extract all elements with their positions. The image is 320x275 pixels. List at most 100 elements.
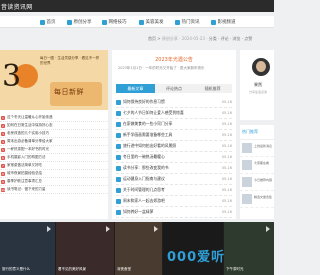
notice-title: 2023年光遇公告 xyxy=(155,57,193,63)
film-icon xyxy=(211,19,216,25)
tab-latest[interactable]: 最新文章 xyxy=(116,84,155,93)
wrench-icon xyxy=(102,19,107,25)
article-date: 05-16 xyxy=(221,166,232,170)
article-icon xyxy=(116,165,121,171)
breadcrumb: 首页 > 原创分享 · 2024-05-23 · 分类 · 评论 · 浏览 · … xyxy=(148,36,252,42)
list-item[interactable]: 读书分享：那些改变我的书 05-16 xyxy=(116,163,232,174)
left-panel: 3 每日一图 · 生活灵感分享 · 看见不一样的世界 每日新鲜 1 这个冬天让温暖… xyxy=(0,50,108,219)
nav-label: 网络技巧 xyxy=(108,20,127,25)
article-icon xyxy=(116,154,121,160)
nav-item-tips[interactable]: 网络技巧 xyxy=(102,18,127,26)
news-title: 读书笔记：慢下来的力量 xyxy=(7,187,46,191)
news-item[interactable]: 5 一杯热茶配一本好书的时光 xyxy=(0,146,108,154)
sidebar-item[interactable]: 大家都在看 xyxy=(240,157,274,174)
news-item[interactable]: 10 读书笔记：慢下来的力量 xyxy=(0,186,108,194)
sidebar-item-text: 今日推荐内容 xyxy=(254,178,273,182)
news-item[interactable]: 4 周末出游必备清单分享给大家 xyxy=(0,138,108,146)
article-date: 05-16 xyxy=(221,210,232,214)
author-card: 果然 分享生活点滴 xyxy=(240,50,274,120)
rank-badge: 4 xyxy=(1,139,5,144)
play-icon xyxy=(154,226,158,232)
article-title: 读书分享：那些改变我的书 xyxy=(123,165,169,170)
article-icon xyxy=(116,143,121,149)
news-item[interactable]: 7 家常菜做法简单又好吃 xyxy=(0,162,108,170)
site-logo[interactable]: 音读资讯网 xyxy=(1,2,33,11)
rank-badge: 2 xyxy=(1,123,5,128)
breadcrumb-meta: 分类 · 评论 · 浏览 · 点赞 xyxy=(208,36,253,41)
article-title: 运动健身入门指南与建议 xyxy=(123,176,165,181)
list-item[interactable]: 新手学画画需要准备哪些工具 05-16 xyxy=(116,130,232,141)
tab-random[interactable]: 随机推荐 xyxy=(193,84,232,93)
video-caption: 看不见的美好风景 xyxy=(58,267,86,271)
news-title: 老房改造的几个实用小技巧 xyxy=(7,131,49,135)
list-item[interactable]: 在家做美食的一些小窍门分享 05-16 xyxy=(116,119,232,130)
featured-banner[interactable]: 3 每日一图 · 生活灵感分享 · 看见不一样的世界 每日新鲜 xyxy=(0,50,108,110)
video-tile[interactable]: 000爱听 xyxy=(163,222,226,275)
video-tile[interactable]: 看不见的美好风景 xyxy=(56,222,114,275)
article-date: 05-16 xyxy=(221,144,232,148)
rank-badge: 9 xyxy=(1,179,5,184)
list-item[interactable]: 旅行途中如何拍出好看的风景照 05-16 xyxy=(116,141,232,152)
article-title: 如何保持良好的作息习惯 xyxy=(123,99,165,104)
news-item[interactable]: 1 这个冬天让温暖从心开始传递 xyxy=(0,114,108,122)
article-date: 05-16 xyxy=(221,133,232,137)
list-item[interactable]: 冬日里的一碗热汤最暖心 05-16 xyxy=(116,152,232,163)
news-title: 这个冬天让温暖从心开始传递 xyxy=(7,115,53,119)
article-icon xyxy=(116,99,121,105)
list-item[interactable]: 关于时间管理的几点思考 05-16 xyxy=(116,185,232,196)
sidebar-heading: 热门推荐 xyxy=(240,125,274,140)
article-list: 如何保持良好的作息习惯 05-16 七夕的人节日如何让爱人感受到惊喜 05-16 在… xyxy=(116,97,232,218)
video-tile[interactable]: 深夜食堂 xyxy=(115,222,162,275)
breadcrumb-home[interactable]: 首页 > xyxy=(148,36,161,41)
article-icon xyxy=(116,110,121,116)
nav-item-hot[interactable]: 热门资讯 xyxy=(175,18,200,26)
rank-badge: 1 xyxy=(1,115,5,120)
video-tile[interactable]: 旅行的意义是什么 xyxy=(0,222,55,275)
sidebar-item-text: 大家都在看 xyxy=(254,161,270,165)
news-item[interactable]: 2 如何在日常生活中保持好心态 xyxy=(0,122,108,130)
list-item[interactable]: 七夕的人节日如何让爱人感受到惊喜 05-16 xyxy=(116,108,232,119)
news-item[interactable]: 6 手机摄影入门的构图方法 xyxy=(0,154,108,162)
list-item[interactable]: 周末和家人一起去郊游吧 05-16 xyxy=(116,196,232,207)
video-caption: 000爱听 xyxy=(167,250,226,265)
sidebar-item[interactable]: 上线最新消息 xyxy=(240,140,274,157)
sidebar-recommend: 热门推荐 上线最新消息 大家都在看 今日推荐内容 精选文章合集 xyxy=(240,125,274,219)
author-desc: 分享生活点滴 xyxy=(248,90,267,94)
news-item[interactable]: 9 春季护肤注意事项汇总 xyxy=(0,178,108,186)
avatar[interactable] xyxy=(252,58,270,76)
list-item[interactable]: 如何养好一盆绿萝 05-16 xyxy=(116,207,232,218)
play-icon xyxy=(106,226,110,232)
article-date: 05-16 xyxy=(221,177,232,181)
nav-item-beauty[interactable]: 美容美发 xyxy=(139,18,164,26)
article-icon xyxy=(116,187,121,193)
list-item[interactable]: 运动健身入门指南与建议 05-16 xyxy=(116,174,232,185)
article-date: 05-16 xyxy=(221,155,232,159)
nav-item-home[interactable]: 首页 xyxy=(40,18,56,26)
sidebar-item[interactable]: 精选文章合集 xyxy=(240,191,274,208)
article-icon xyxy=(116,121,121,127)
article-date: 05-16 xyxy=(221,100,232,104)
article-icon xyxy=(116,132,121,138)
article-icon xyxy=(116,176,121,182)
nav-label: 首页 xyxy=(46,20,56,25)
rank-badge: 5 xyxy=(1,147,5,152)
list-item[interactable]: 如何保持良好的作息习惯 05-16 xyxy=(116,97,232,108)
news-item[interactable]: 3 老房改造的几个实用小技巧 xyxy=(0,130,108,138)
nav-item-video[interactable]: 影视频道 xyxy=(211,18,236,26)
video-tile[interactable]: 下午茶时光 xyxy=(224,222,274,275)
scissors-icon xyxy=(139,19,144,25)
play-icon xyxy=(47,226,51,232)
nav-item-share[interactable]: 原创分享 xyxy=(67,18,92,26)
nav-label: 影视频道 xyxy=(217,20,236,25)
author-name[interactable]: 果然 xyxy=(242,82,274,88)
tab-hot-comments[interactable]: 评论热点 xyxy=(155,84,194,93)
news-item[interactable]: 8 城市夜景拍摄经验总结 xyxy=(0,170,108,178)
article-date: 05-16 xyxy=(221,188,232,192)
rank-badge: 10 xyxy=(1,187,5,192)
play-icon xyxy=(266,226,270,232)
article-title: 冬日里的一碗热汤最暖心 xyxy=(123,154,165,159)
sidebar-thumb xyxy=(242,143,252,153)
article-title: 关于时间管理的几点思考 xyxy=(123,187,165,192)
video-caption: 旅行的意义是什么 xyxy=(2,267,30,271)
sidebar-item[interactable]: 今日推荐内容 xyxy=(240,174,274,191)
